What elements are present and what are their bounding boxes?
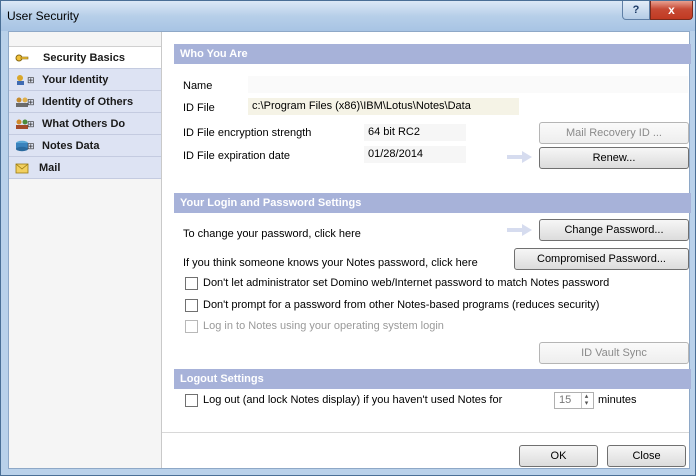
compromised-password-button[interactable]: Compromised Password...	[514, 248, 689, 270]
sidebar-item-security-basics[interactable]: Security Basics	[9, 47, 161, 69]
minutes-label: minutes	[598, 394, 637, 406]
name-label: Name	[183, 80, 213, 92]
sidebar-item-label: Notes Data	[42, 140, 100, 152]
window-title: User Security	[7, 9, 80, 23]
os-login-label: Log in to Notes using your operating sys…	[203, 320, 444, 332]
sidebar-item-mail[interactable]: Mail	[9, 157, 161, 179]
dont-prompt-password-label[interactable]: Don't prompt for a password from other N…	[203, 299, 599, 311]
expand-icon[interactable]: ⊞	[27, 69, 35, 91]
change-password-text: To change your password, click here	[183, 228, 361, 240]
id-vault-sync-button: ID Vault Sync	[539, 342, 689, 364]
expand-icon[interactable]: ⊞	[27, 113, 35, 135]
encryption-strength-value: 64 bit RC2	[364, 124, 466, 141]
no-admin-web-password-checkbox[interactable]	[185, 277, 198, 290]
window-close-button[interactable]: x	[650, 1, 693, 20]
help-button[interactable]: ?	[622, 1, 650, 20]
sidebar-item-what-others-do[interactable]: ⊞ What Others Do	[9, 113, 161, 135]
renew-button[interactable]: Renew...	[539, 147, 689, 169]
compromised-password-text: If you think someone knows your Notes pa…	[183, 257, 478, 269]
os-login-checkbox	[185, 320, 198, 333]
spinner-arrows-icon[interactable]: ▴ ▾	[581, 393, 591, 408]
sidebar-item-label: What Others Do	[42, 118, 126, 130]
minutes-spinner[interactable]: 15 ▴ ▾	[554, 392, 594, 409]
expand-icon[interactable]: ⊞	[27, 135, 35, 157]
close-button[interactable]: Close	[607, 445, 686, 467]
dialog-body: Security Basics ⊞ Your Identity ⊞ Identi…	[8, 31, 691, 469]
logout-inactive-checkbox[interactable]	[185, 394, 198, 407]
expand-icon[interactable]: ⊞	[27, 91, 35, 113]
sidebar-item-notes-data[interactable]: ⊞ Notes Data	[9, 135, 161, 157]
sidebar-item-your-identity[interactable]: ⊞ Your Identity	[9, 69, 161, 91]
minutes-value: 15	[559, 394, 572, 406]
arrow-right-icon	[507, 224, 532, 236]
sidebar: Security Basics ⊞ Your Identity ⊞ Identi…	[9, 32, 162, 468]
sidebar-item-label: Your Identity	[42, 74, 109, 86]
sidebar-item-label: Identity of Others	[42, 96, 134, 108]
sidebar-item-label: Security Basics	[43, 52, 125, 64]
logout-inactive-label[interactable]: Log out (and lock Notes display) if you …	[203, 394, 502, 406]
sidebar-item-label: Mail	[39, 162, 61, 174]
change-password-button[interactable]: Change Password...	[539, 219, 689, 241]
user-security-window: User Security ? x Security Basics ⊞ Your…	[0, 0, 696, 476]
expiration-date-value: 01/28/2014	[364, 146, 466, 163]
sidebar-item-identity-of-others[interactable]: ⊞ Identity of Others	[9, 91, 161, 113]
section-header-login-password: Your Login and Password Settings	[174, 193, 691, 213]
mail-icon	[15, 163, 29, 174]
name-field	[248, 76, 688, 93]
section-header-logout: Logout Settings	[174, 369, 691, 389]
ok-button[interactable]: OK	[519, 445, 598, 467]
id-file-path: c:\Program Files (x86)\IBM\Lotus\Notes\D…	[248, 98, 519, 115]
encryption-strength-label: ID File encryption strength	[183, 127, 312, 139]
title-bar[interactable]: User Security ? x	[1, 1, 695, 31]
id-file-label: ID File	[183, 102, 215, 114]
expiration-date-label: ID File expiration date	[183, 150, 290, 162]
mail-recovery-id-button: Mail Recovery ID ...	[539, 122, 689, 144]
key-icon	[15, 54, 29, 62]
dont-prompt-password-checkbox[interactable]	[185, 299, 198, 312]
no-admin-web-password-label[interactable]: Don't let administrator set Domino web/I…	[203, 277, 609, 289]
arrow-right-icon	[507, 151, 532, 163]
section-header-who-you-are: Who You Are	[174, 44, 691, 64]
